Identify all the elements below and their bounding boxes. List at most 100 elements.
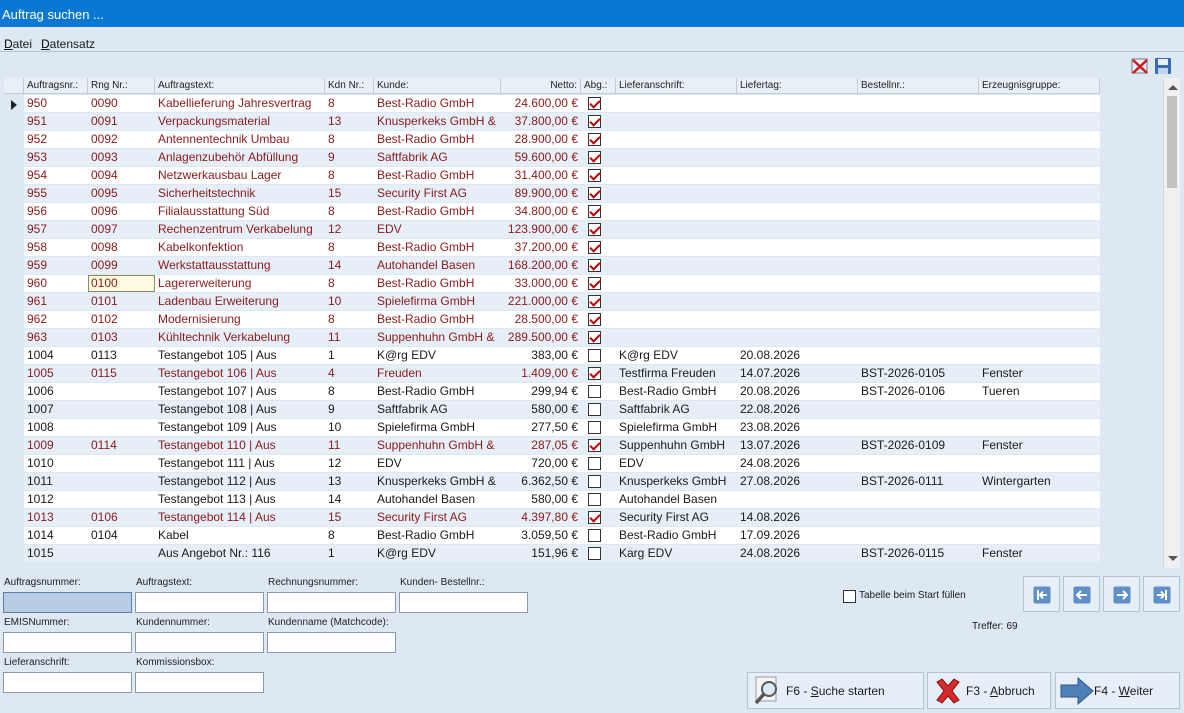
table-row[interactable]: 956 0096 Filialausstattung Süd 8 Best-Radio … xyxy=(4,203,1100,221)
cell-kunde[interactable]: Best-Radio GmbH xyxy=(374,527,501,544)
cell-auftragsnr[interactable]: 953 xyxy=(24,149,88,166)
cell-rngnr[interactable]: 0093 xyxy=(88,149,155,166)
cell-lieferanschrift[interactable] xyxy=(616,131,737,148)
cell-liefertag[interactable] xyxy=(737,275,858,292)
cell-auftragsnr[interactable]: 963 xyxy=(24,329,88,346)
cell-rngnr[interactable]: 0095 xyxy=(88,185,155,202)
cell-bestellnr[interactable] xyxy=(858,221,979,238)
abgeschlossen-checkbox[interactable] xyxy=(588,313,601,326)
cell-liefertag[interactable]: 14.07.2026 xyxy=(737,365,858,382)
cell-abg[interactable] xyxy=(581,257,616,274)
cell-auftragstext[interactable]: Sicherheitstechnik xyxy=(155,185,325,202)
cell-auftragsnr[interactable]: 1009 xyxy=(24,437,88,454)
table-row[interactable]: 952 0092 Antennentechnik Umbau 8 Best-Radio … xyxy=(4,131,1100,149)
cell-rngnr[interactable]: 0096 xyxy=(88,203,155,220)
abgeschlossen-checkbox[interactable] xyxy=(588,493,601,506)
cell-rngnr[interactable]: 0099 xyxy=(88,257,155,274)
cell-abg[interactable] xyxy=(581,239,616,256)
abgeschlossen-checkbox[interactable] xyxy=(588,403,601,416)
table-row[interactable]: 958 0098 Kabelkonfektion 8 Best-Radio GmbH 37… xyxy=(4,239,1100,257)
row-selector[interactable] xyxy=(4,239,24,257)
fill-on-start-checkbox[interactable] xyxy=(843,590,856,603)
cell-liefertag[interactable] xyxy=(737,257,858,274)
cell-abg[interactable] xyxy=(581,437,616,454)
rechnungsnummer-input[interactable] xyxy=(267,592,396,613)
cell-bestellnr[interactable]: BST-2026-0105 xyxy=(858,365,979,382)
cell-auftragstext[interactable]: Aus Angebot Nr.: 116 xyxy=(155,545,325,562)
cell-erzeugnisgruppe[interactable] xyxy=(979,509,1100,526)
cell-auftragsnr[interactable]: 958 xyxy=(24,239,88,256)
cell-erzeugnisgruppe[interactable] xyxy=(979,455,1100,472)
cell-kdnnr[interactable]: 13 xyxy=(325,473,374,490)
cell-kdnnr[interactable]: 10 xyxy=(325,293,374,310)
cell-netto[interactable]: 24.600,00 € xyxy=(501,95,581,112)
table-row[interactable]: 957 0097 Rechenzentrum Verkabelung 12 EDV 123… xyxy=(4,221,1100,239)
table-row[interactable]: 1015 Aus Angebot Nr.: 116 1 K@rg EDV 151,96 … xyxy=(4,545,1100,563)
row-selector[interactable] xyxy=(4,293,24,311)
cell-auftragsnr[interactable]: 961 xyxy=(24,293,88,310)
cell-kdnnr[interactable]: 8 xyxy=(325,131,374,148)
cell-auftragsnr[interactable]: 1014 xyxy=(24,527,88,544)
cell-liefertag[interactable]: 27.08.2026 xyxy=(737,473,858,490)
cell-erzeugnisgruppe[interactable] xyxy=(979,347,1100,364)
cell-liefertag[interactable] xyxy=(737,239,858,256)
cell-bestellnr[interactable] xyxy=(858,527,979,544)
cell-kdnnr[interactable]: 11 xyxy=(325,329,374,346)
cell-liefertag[interactable]: 20.08.2026 xyxy=(737,347,858,364)
cell-auftragstext[interactable]: Rechenzentrum Verkabelung xyxy=(155,221,325,238)
row-selector[interactable] xyxy=(4,491,24,509)
scroll-down-icon[interactable] xyxy=(1168,556,1178,561)
cell-bestellnr[interactable] xyxy=(858,95,979,112)
cell-bestellnr[interactable] xyxy=(858,239,979,256)
cell-auftragsnr[interactable]: 952 xyxy=(24,131,88,148)
abgeschlossen-checkbox[interactable] xyxy=(588,223,601,236)
cell-kunde[interactable]: Freuden xyxy=(374,365,501,382)
abgeschlossen-checkbox[interactable] xyxy=(588,205,601,218)
cancel-button[interactable]: F3 - Abbruch xyxy=(927,672,1051,709)
cell-liefertag[interactable] xyxy=(737,149,858,166)
cell-auftragstext[interactable]: Testangebot 108 | Aus xyxy=(155,401,325,418)
cell-kunde[interactable]: K@rg EDV xyxy=(374,347,501,364)
cell-liefertag[interactable]: 13.07.2026 xyxy=(737,437,858,454)
cell-lieferanschrift[interactable] xyxy=(616,293,737,310)
cell-erzeugnisgruppe[interactable]: Fenster xyxy=(979,365,1100,382)
cell-bestellnr[interactable] xyxy=(858,419,979,436)
table-row[interactable]: 961 0101 Ladenbau Erweiterung 10 Spielefirma… xyxy=(4,293,1100,311)
table-vertical-scrollbar[interactable] xyxy=(1163,78,1180,568)
kommissionsbox-input[interactable] xyxy=(135,672,264,693)
cell-abg[interactable] xyxy=(581,491,616,508)
cell-auftragsnr[interactable]: 1006 xyxy=(24,383,88,400)
table-row[interactable]: 1006 Testangebot 107 | Aus 8 Best-Radio Gmb… xyxy=(4,383,1100,401)
abgeschlossen-checkbox[interactable] xyxy=(588,187,601,200)
cell-netto[interactable]: 4.397,80 € xyxy=(501,509,581,526)
cell-kunde[interactable]: Spielefirma GmbH xyxy=(374,293,501,310)
cell-kdnnr[interactable]: 8 xyxy=(325,383,374,400)
cell-erzeugnisgruppe[interactable] xyxy=(979,185,1100,202)
cell-kdnnr[interactable]: 8 xyxy=(325,311,374,328)
cell-erzeugnisgruppe[interactable] xyxy=(979,491,1100,508)
cell-auftragsnr[interactable]: 957 xyxy=(24,221,88,238)
cell-abg[interactable] xyxy=(581,221,616,238)
cell-erzeugnisgruppe[interactable] xyxy=(979,167,1100,184)
cell-auftragsnr[interactable]: 1008 xyxy=(24,419,88,436)
cell-kunde[interactable]: K@rg EDV xyxy=(374,545,501,562)
row-selector[interactable] xyxy=(4,545,24,563)
row-selector[interactable] xyxy=(4,275,24,293)
cell-liefertag[interactable] xyxy=(737,329,858,346)
cell-auftragstext[interactable]: Netzwerkausbau Lager xyxy=(155,167,325,184)
cell-auftragsnr[interactable]: 1004 xyxy=(24,347,88,364)
cell-liefertag[interactable]: 23.08.2026 xyxy=(737,419,858,436)
cell-liefertag[interactable] xyxy=(737,185,858,202)
cell-abg[interactable] xyxy=(581,149,616,166)
cell-kdnnr[interactable]: 8 xyxy=(325,239,374,256)
cell-auftragsnr[interactable]: 959 xyxy=(24,257,88,274)
row-selector[interactable] xyxy=(4,203,24,221)
cell-rngnr[interactable]: 0115 xyxy=(88,365,155,382)
cell-bestellnr[interactable] xyxy=(858,455,979,472)
row-selector[interactable] xyxy=(4,113,24,131)
cell-lieferanschrift[interactable] xyxy=(616,203,737,220)
cell-liefertag[interactable] xyxy=(737,311,858,328)
cell-kdnnr[interactable]: 14 xyxy=(325,257,374,274)
table-row[interactable]: 1014 0104 Kabel 8 Best-Radio GmbH 3.059,50 € B… xyxy=(4,527,1100,545)
cell-kunde[interactable]: EDV xyxy=(374,455,501,472)
